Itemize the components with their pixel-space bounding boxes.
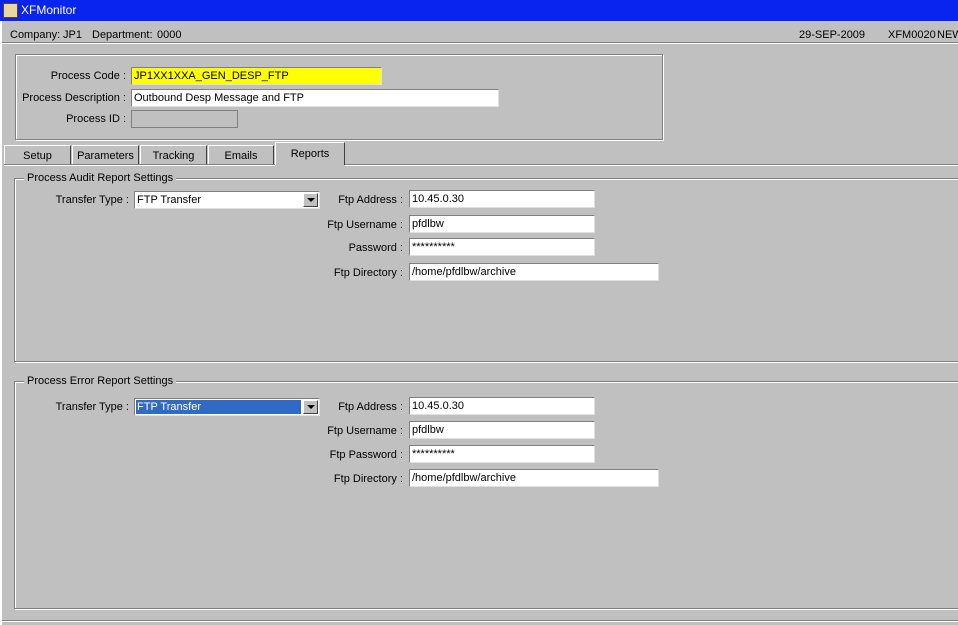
error-group-title: Process Error Report Settings (24, 375, 177, 388)
info-divider (2, 42, 958, 44)
truncated-status-text: NEW (937, 29, 958, 41)
audit-password-label: Password : (348, 242, 403, 254)
department-label: Department: (92, 29, 153, 41)
error-transfer-type-select[interactable]: FTP Transfer (134, 398, 320, 416)
tab-strip-line-left (4, 164, 275, 166)
error-ftp-directory-label: Ftp Directory : (333, 473, 403, 485)
audit-ftp-username-field[interactable]: pfdlbw (409, 215, 595, 233)
audit-ftp-username-label: Ftp Username : (327, 219, 403, 231)
company-label: Company: (10, 29, 61, 41)
error-ftp-password-label: Ftp Password : (329, 449, 403, 461)
error-ftp-address-field[interactable]: 10.45.0.30 (409, 397, 595, 415)
tab-parameters[interactable]: Parameters (72, 145, 139, 165)
bottom-frame-line (2, 620, 958, 622)
tab-reports[interactable]: Reports (275, 142, 345, 165)
company-value: JP1 (63, 29, 82, 41)
tab-setup[interactable]: Setup (4, 145, 71, 165)
error-ftp-username-label: Ftp Username : (327, 425, 403, 437)
error-ftp-directory-field[interactable]: /home/pfdlbw/archive (409, 469, 659, 487)
audit-ftp-address-field[interactable]: 10.45.0.30 (409, 190, 595, 208)
title-bar: XFMonitor (0, 0, 958, 21)
tab-tracking[interactable]: Tracking (140, 145, 207, 165)
audit-ftp-directory-field[interactable]: /home/pfdlbw/archive (409, 263, 659, 281)
audit-password-field[interactable]: ********** (409, 238, 595, 256)
error-ftp-password-field[interactable]: ********** (409, 445, 595, 463)
audit-transfer-type-value: FTP Transfer (137, 194, 201, 206)
error-transfer-type-value: FTP Transfer (136, 400, 301, 414)
error-ftp-address-label: Ftp Address : (338, 401, 403, 413)
error-ftp-username-field[interactable]: pfdlbw (409, 421, 595, 439)
process-description-label: Process Description : (22, 92, 126, 104)
department-value: 0000 (157, 29, 182, 41)
audit-group-title: Process Audit Report Settings (24, 172, 177, 185)
audit-ftp-directory-label: Ftp Directory : (333, 267, 403, 279)
error-transfer-type-label: Transfer Type : (55, 401, 129, 413)
tab-strip-line-right (345, 164, 958, 166)
audit-transfer-type-label: Transfer Type : (55, 194, 129, 206)
process-id-field[interactable] (131, 110, 238, 128)
process-code-label: Process Code : (50, 70, 126, 82)
process-description-field[interactable]: Outbound Desp Message and FTP (131, 89, 499, 107)
tab-emails[interactable]: Emails (208, 145, 274, 165)
process-id-label: Process ID : (66, 113, 126, 125)
app-icon (3, 3, 18, 18)
audit-transfer-type-select[interactable]: FTP Transfer (134, 191, 320, 209)
window-title: XFMonitor (21, 3, 77, 17)
date-display: 29-SEP-2009 (799, 29, 866, 41)
audit-ftp-address-label: Ftp Address : (338, 194, 403, 206)
process-code-field[interactable]: JP1XX1XXA_GEN_DESP_FTP (131, 67, 382, 85)
form-code: XFM0020 (888, 29, 936, 41)
